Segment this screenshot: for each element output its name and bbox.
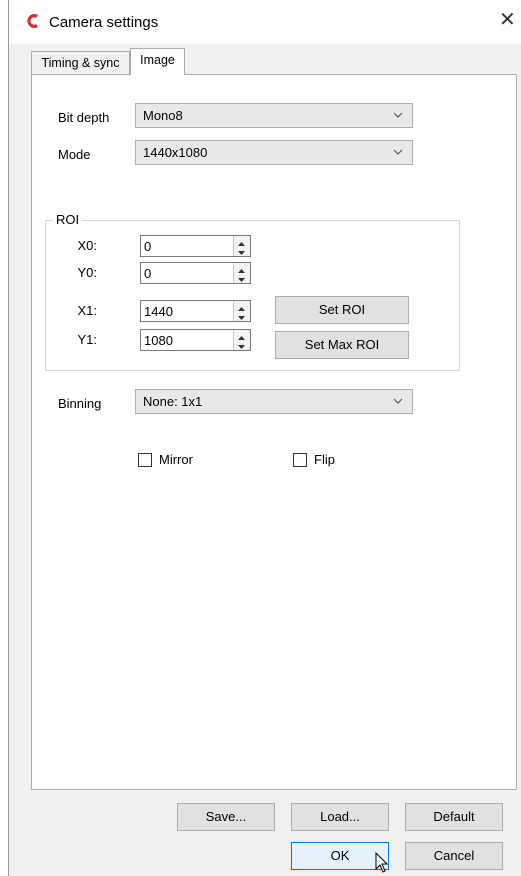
- x0-label: X0:: [77, 238, 97, 253]
- chevron-down-icon: [393, 398, 403, 404]
- y1-spin-arrows[interactable]: [233, 330, 250, 350]
- spin-up-icon[interactable]: [234, 263, 250, 273]
- x1-spin-arrows[interactable]: [233, 301, 250, 321]
- y0-value: 0: [144, 266, 152, 281]
- flip-checkbox[interactable]: [293, 453, 307, 467]
- default-button[interactable]: Default: [405, 803, 503, 831]
- chevron-down-icon: [393, 149, 403, 155]
- mode-label: Mode: [58, 147, 91, 162]
- spin-down-icon[interactable]: [234, 273, 250, 283]
- x1-value: 1440: [144, 304, 173, 319]
- x0-value: 0: [144, 239, 152, 254]
- bit-depth-select[interactable]: Mono8: [135, 103, 413, 128]
- y1-value: 1080: [144, 333, 173, 348]
- save-button[interactable]: Save...: [177, 803, 275, 831]
- mode-select[interactable]: 1440x1080: [135, 140, 413, 165]
- spin-down-icon[interactable]: [234, 340, 250, 350]
- binning-label: Binning: [58, 396, 102, 411]
- y0-spin-arrows[interactable]: [233, 263, 250, 283]
- binning-value: None: 1x1: [143, 394, 203, 409]
- spin-up-icon[interactable]: [234, 236, 250, 246]
- spin-up-icon[interactable]: [234, 330, 250, 340]
- mode-value: 1440x1080: [143, 145, 208, 160]
- chevron-down-icon: [393, 112, 403, 118]
- binning-select[interactable]: None: 1x1: [135, 389, 413, 414]
- camera-settings-dialog: Camera settings ✕ Timing & sync Image Bi…: [8, 0, 521, 876]
- bit-depth-label: Bit depth: [58, 110, 110, 125]
- y1-spinbox[interactable]: 1080: [140, 329, 251, 351]
- x0-spinbox[interactable]: 0: [140, 235, 251, 257]
- x1-label: X1:: [77, 303, 97, 318]
- load-button[interactable]: Load...: [291, 803, 389, 831]
- mouse-cursor-icon: [375, 852, 389, 873]
- y1-label: Y1:: [77, 332, 97, 347]
- spin-down-icon[interactable]: [234, 311, 250, 321]
- bit-depth-value: Mono8: [143, 108, 183, 123]
- mirror-checkbox[interactable]: [138, 453, 152, 467]
- x0-spin-arrows[interactable]: [233, 236, 250, 256]
- spin-up-icon[interactable]: [234, 301, 250, 311]
- cancel-button[interactable]: Cancel: [405, 842, 503, 870]
- spin-down-icon[interactable]: [234, 246, 250, 256]
- set-roi-button[interactable]: Set ROI: [275, 296, 409, 324]
- flip-label[interactable]: Flip: [314, 452, 335, 467]
- y0-spinbox[interactable]: 0: [140, 262, 251, 284]
- y0-label: Y0:: [77, 265, 97, 280]
- roi-group-title: ROI: [53, 212, 83, 227]
- mirror-label[interactable]: Mirror: [159, 452, 193, 467]
- x1-spinbox[interactable]: 1440: [140, 300, 251, 322]
- set-max-roi-button[interactable]: Set Max ROI: [275, 331, 409, 359]
